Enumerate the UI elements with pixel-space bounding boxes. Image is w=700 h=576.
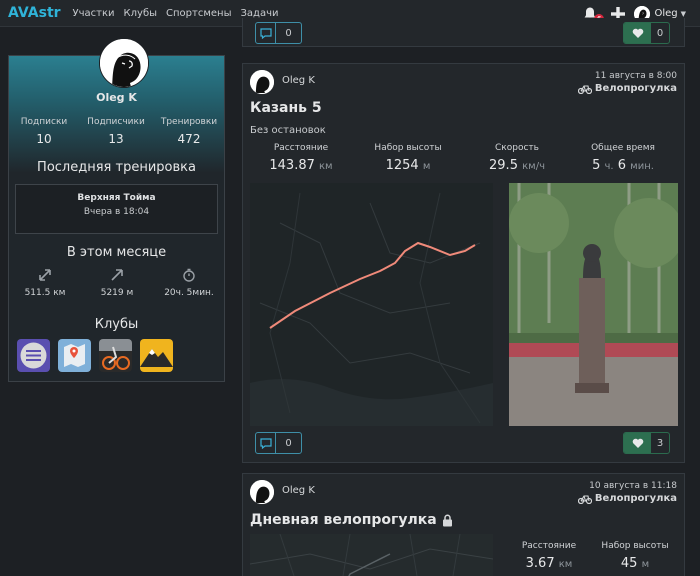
- club-logo-cyclist[interactable]: [99, 339, 132, 372]
- last-training-box[interactable]: Верхняя Тойма Вчера в 18:04: [15, 184, 218, 234]
- stat-label: Тренировки: [160, 117, 218, 127]
- activity-type-label: Велопрогулка: [594, 83, 677, 94]
- stat-trainings[interactable]: Тренировки 472: [154, 117, 224, 146]
- last-training-title: Верхняя Тойма: [77, 193, 156, 203]
- club-logo-menu[interactable]: [17, 339, 50, 372]
- month-time-value: 20ч. 5мин.: [164, 288, 214, 298]
- lock-icon: [442, 514, 452, 526]
- activity-type: Велопрогулка: [577, 83, 677, 94]
- month-time: 20ч. 5мин.: [154, 268, 224, 298]
- like-button[interactable]: 0: [623, 22, 670, 44]
- metric-speed: Скорость 29.5 км/ч: [467, 143, 567, 173]
- like-button[interactable]: 3: [623, 432, 670, 454]
- stat-value: 10: [36, 132, 52, 146]
- chevron-down-icon[interactable]: ▼: [681, 10, 686, 18]
- nav-link-clubs[interactable]: Клубы: [124, 8, 157, 19]
- activity-title[interactable]: Дневная велопрогулка: [250, 512, 453, 528]
- activity-type-label: Велопрогулка: [594, 493, 677, 504]
- comment-count: 0: [285, 27, 292, 39]
- month-heading: В этом месяце: [66, 245, 167, 260]
- metric-elevation: Набор высоты 1254 м: [358, 143, 458, 173]
- month-distance-value: 511.5 км: [24, 288, 66, 298]
- profile-name[interactable]: Oleg K: [9, 91, 224, 104]
- activity-user-avatar[interactable]: [250, 480, 274, 504]
- like-count: 0: [656, 27, 664, 39]
- month-elevation-value: 5219 м: [100, 288, 134, 298]
- comment-button[interactable]: 0: [255, 22, 302, 44]
- club-logo-mountains[interactable]: [140, 339, 173, 372]
- metric-total-time: Общее время 5 ч. 6 мин.: [573, 143, 673, 173]
- profile-card: Oleg K Подписки 10 Подписчики 13 Трениро…: [8, 38, 225, 382]
- stat-value: 13: [108, 132, 124, 146]
- comment-count: 0: [285, 437, 292, 449]
- stat-label: Подписки: [20, 117, 68, 127]
- activity-photo[interactable]: [509, 183, 678, 426]
- stat-following[interactable]: Подписки 10: [9, 117, 79, 146]
- club-logo-map[interactable]: [58, 339, 91, 372]
- metric-label: Набор высоты: [601, 541, 669, 551]
- metric-label: Набор высоты: [374, 143, 442, 153]
- metric-value: 29.5 км/ч: [489, 158, 545, 173]
- stat-value: 472: [177, 132, 201, 146]
- stat-followers[interactable]: Подписчики 13: [81, 117, 151, 146]
- route-map[interactable]: [250, 534, 493, 576]
- last-training-heading: Последняя тренировка: [37, 160, 196, 175]
- activity-user-name[interactable]: Oleg K: [282, 75, 315, 86]
- comment-icon: [256, 433, 276, 453]
- clubs-heading: Клубы: [94, 317, 139, 332]
- activity-user-avatar[interactable]: [250, 70, 274, 94]
- heart-icon: [624, 23, 651, 43]
- activity-type: Велопрогулка: [577, 493, 677, 504]
- metric-elevation: Набор высоты 45 м: [587, 541, 683, 571]
- metric-distance: Расстояние 143.87 км: [251, 143, 351, 173]
- activity-card: Oleg K 10 августа в 11:18 Велопрогулка Д…: [242, 473, 685, 576]
- activity-title-text: Дневная велопрогулка: [250, 512, 437, 528]
- activity-title[interactable]: Казань 5: [250, 100, 322, 116]
- route-map[interactable]: [250, 183, 493, 426]
- elevation-icon: [111, 269, 123, 281]
- stopwatch-icon: [183, 268, 195, 282]
- nav-link-athletes[interactable]: Спортсмены: [166, 8, 231, 19]
- metric-label: Расстояние: [273, 143, 329, 153]
- stat-label: Подписчики: [87, 117, 145, 127]
- metric-distance: Расстояние 3.67 км: [501, 541, 597, 571]
- activity-date: 10 августа в 11:18: [589, 481, 677, 491]
- last-training-time: Вчера в 18:04: [83, 207, 150, 217]
- brand-logo[interactable]: AVAstr: [8, 5, 61, 21]
- month-distance: 511.5 км: [10, 268, 80, 298]
- activity-user-name[interactable]: Oleg K: [282, 485, 315, 496]
- like-count: 3: [656, 437, 664, 449]
- nav-link-tasks[interactable]: Задачи: [240, 8, 278, 19]
- metric-value: 1254 м: [385, 158, 431, 173]
- metric-label: Общее время: [591, 143, 655, 153]
- bicycle-icon: [577, 84, 592, 94]
- metric-value: 45 м: [620, 556, 650, 571]
- clubs-list: [17, 339, 181, 372]
- metric-label: Расстояние: [521, 541, 577, 551]
- activity-subtitle: Без остановок: [250, 125, 326, 136]
- metric-value: 143.87 км: [269, 158, 333, 173]
- bicycle-icon: [577, 494, 592, 504]
- month-elevation: 5219 м: [82, 268, 152, 298]
- metric-label: Скорость: [495, 143, 539, 153]
- comment-icon: [256, 23, 276, 43]
- activity-card: Oleg K 11 августа в 8:00 Велопрогулка Ка…: [242, 63, 685, 463]
- heart-icon: [624, 433, 651, 453]
- distance-icon: [39, 269, 51, 281]
- activity-date: 11 августа в 8:00: [594, 71, 677, 81]
- previous-activity-card: 0 0: [242, 18, 685, 47]
- nav-link-segments[interactable]: Участки: [73, 8, 115, 19]
- comment-button[interactable]: 0: [255, 432, 302, 454]
- profile-avatar[interactable]: [99, 38, 149, 88]
- metric-value: 3.67 км: [525, 556, 573, 571]
- metric-value: 5 ч. 6 мин.: [592, 158, 654, 173]
